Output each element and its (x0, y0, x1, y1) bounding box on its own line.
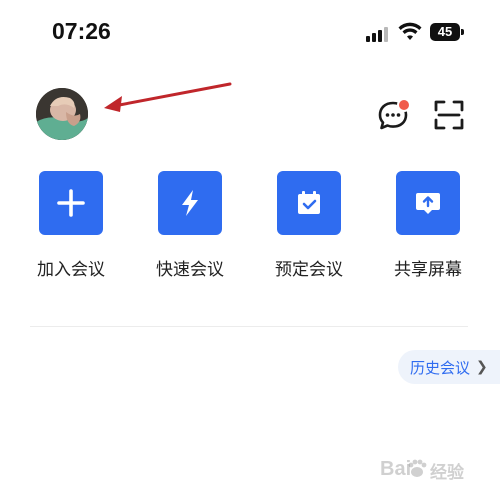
status-time: 07:26 (52, 18, 111, 44)
history-meetings-button[interactable]: 历史会议 ❯ (398, 350, 500, 384)
chevron-right-icon: ❯ (476, 359, 488, 375)
schedule-meeting-tile[interactable] (277, 171, 341, 235)
join-meeting-button[interactable]: 加入会议 (27, 171, 115, 281)
avatar-image (36, 88, 88, 140)
share-screen-label: 共享屏幕 (394, 260, 462, 280)
lightning-icon (182, 190, 198, 216)
battery-level: 45 (437, 24, 453, 39)
user-avatar[interactable] (36, 88, 88, 140)
quick-meeting-label: 快速会议 (156, 260, 224, 280)
signal-icon (366, 26, 390, 42)
history-meetings-label: 历史会议 (410, 358, 471, 377)
share-screen-icon (416, 193, 440, 214)
battery-cap (461, 29, 464, 35)
share-screen-tile[interactable] (396, 171, 460, 235)
paw-icon (408, 459, 427, 477)
battery-icon: 45 (430, 23, 460, 41)
watermark-text-2: 经验 (430, 463, 464, 482)
annotation-arrow (104, 82, 232, 112)
join-meeting-tile[interactable] (39, 171, 103, 235)
wifi-icon (398, 22, 422, 40)
status-bar: 07:26 45 (0, 0, 500, 64)
plus-icon (57, 189, 85, 217)
schedule-meeting-label: 预定会议 (275, 260, 343, 280)
quick-meeting-button[interactable]: 快速会议 (146, 171, 234, 281)
calendar-icon (298, 191, 320, 214)
watermark: Bai 经验 (380, 452, 490, 488)
section-divider (30, 326, 468, 327)
scan-icon[interactable] (433, 99, 465, 131)
schedule-meeting-button[interactable]: 预定会议 (265, 171, 353, 281)
share-screen-button[interactable]: 共享屏幕 (384, 171, 472, 281)
quick-meeting-tile[interactable] (158, 171, 222, 235)
join-meeting-label: 加入会议 (37, 260, 105, 280)
notification-dot (397, 98, 411, 112)
